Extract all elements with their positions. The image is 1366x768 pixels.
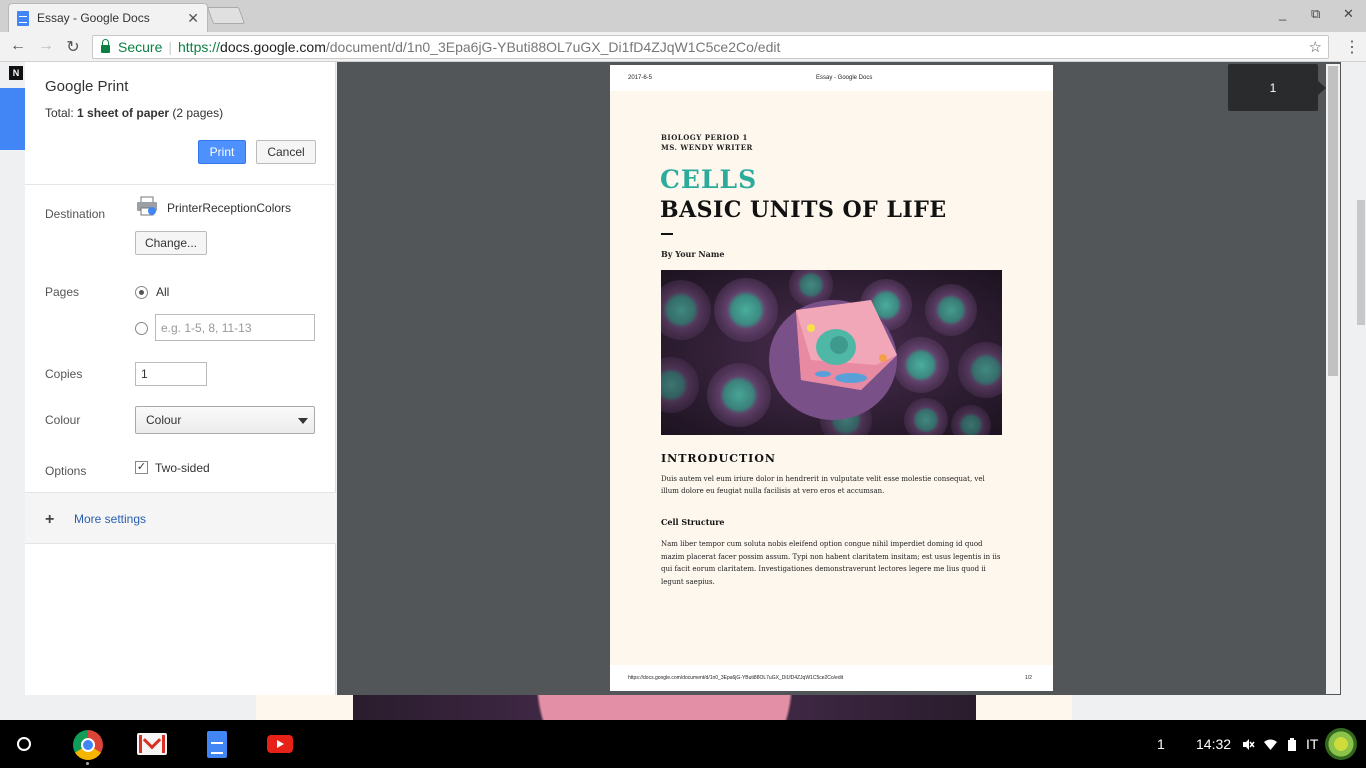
new-tab-button[interactable] — [206, 7, 246, 24]
header-date: 2017-6-5 — [628, 75, 653, 81]
browser-menu-icon[interactable]: ⋮ — [1344, 37, 1360, 57]
notification-count[interactable]: 1 — [1157, 736, 1165, 752]
screen: Essay - Google Docs ✕ _ ⧉ ✕ ← → ↻ Secure… — [0, 0, 1366, 768]
two-sided-checkbox[interactable]: ✓ — [135, 461, 148, 474]
footer-page-number: 1/2 — [1025, 675, 1032, 681]
forward-arrow-icon[interactable]: → — [36, 37, 56, 55]
cancel-button[interactable]: Cancel — [256, 140, 316, 164]
reload-icon[interactable]: ↻ — [63, 37, 83, 57]
print-total: Total: 1 sheet of paper (2 pages) — [45, 106, 223, 120]
colour-select[interactable]: Colour — [135, 406, 315, 434]
colour-select-value: Colour — [146, 413, 182, 427]
print-settings-panel: Google Print Total: 1 sheet of paper (2 … — [25, 62, 336, 695]
more-settings-link[interactable]: More settings — [74, 512, 146, 526]
launcher-icon[interactable] — [17, 737, 31, 751]
gmail-icon[interactable] — [137, 733, 167, 755]
total-pages: (2 pages) — [169, 106, 224, 120]
bookmark-star-icon[interactable]: ☆ — [1309, 38, 1322, 56]
course-info: BIOLOGY PERIOD 1 MS. WENDY WRITER — [661, 133, 753, 153]
preview-scrollbar-thumb[interactable] — [1328, 66, 1338, 376]
cell-structure-paragraph: Nam liber tempor cum soluta nobis eleife… — [661, 540, 1001, 586]
cell-structure-heading: Cell Structure — [661, 517, 725, 527]
course-line-1: BIOLOGY PERIOD 1 — [661, 133, 748, 142]
page-header: 2017-6-5 Essay - Google Docs — [610, 65, 1053, 91]
options-label: Options — [45, 464, 87, 478]
page-footer: https://docs.google.com/document/d/1n0_3… — [610, 665, 1053, 691]
lock-icon — [101, 39, 110, 53]
mute-icon[interactable] — [1242, 738, 1255, 751]
divider — [25, 184, 336, 185]
header-title: Essay - Google Docs — [816, 75, 873, 81]
more-settings-row[interactable]: + More settings — [25, 492, 336, 544]
cell-illustration — [661, 270, 1002, 435]
docs-scrollbar — [1357, 200, 1365, 325]
docs-background-image — [353, 694, 976, 720]
course-line-2: MS. WENDY WRITER — [661, 143, 753, 152]
tab-title: Essay - Google Docs — [37, 11, 150, 25]
minimize-icon[interactable]: _ — [1279, 6, 1286, 21]
youtube-icon[interactable] — [267, 735, 293, 753]
pages-all-radio[interactable] — [135, 286, 148, 299]
clock[interactable]: 14:32 — [1196, 736, 1231, 752]
intro-heading: INTRODUCTION — [661, 452, 776, 465]
google-docs-icon — [17, 10, 29, 26]
copies-label: Copies — [45, 367, 83, 381]
address-bar[interactable]: Secure | https:// docs.google.com /docum… — [92, 35, 1329, 59]
tab-close-icon[interactable]: ✕ — [187, 10, 199, 27]
total-prefix: Total: — [45, 106, 78, 120]
intro-paragraph: Duis autem vel eum iriure dolor in hendr… — [661, 475, 985, 495]
print-dialog-title: Google Print — [45, 78, 129, 95]
tab-essay[interactable]: Essay - Google Docs ✕ — [8, 3, 208, 32]
two-sided-label: Two-sided — [155, 461, 210, 475]
footer-url: https://docs.google.com/document/d/1n0_3… — [628, 675, 844, 681]
pages-custom-input[interactable] — [155, 314, 315, 341]
page-number-badge: 1 — [1228, 64, 1326, 111]
browser-toolbar: ← → ↻ Secure | https:// docs.google.com … — [0, 32, 1366, 62]
printer-icon — [137, 196, 157, 216]
preview-page: 2017-6-5 Essay - Google Docs BIOLOGY PER… — [610, 65, 1053, 691]
tab-strip: Essay - Google Docs ✕ _ ⧉ ✕ — [0, 0, 1366, 32]
doc-title-accent: CELLS — [660, 165, 758, 194]
docs-menu-icon — [0, 88, 25, 150]
url-host: docs.google.com — [220, 39, 326, 55]
dropdown-caret-icon — [298, 418, 308, 424]
secure-label: Secure — [118, 39, 163, 55]
title-dash — [661, 233, 673, 235]
omnibox-separator: | — [168, 39, 172, 55]
doc-author: By Your Name — [661, 249, 725, 259]
pages-label: Pages — [45, 285, 80, 299]
url-path: /document/d/1n0_3Epa6jG-YButi88OL7uGX_Di… — [325, 39, 781, 55]
plus-icon: + — [45, 511, 55, 528]
printer-name: PrinterReceptionColors — [167, 201, 292, 215]
back-arrow-icon[interactable]: ← — [8, 37, 28, 55]
copies-input[interactable] — [135, 362, 207, 386]
maximize-icon[interactable]: ⧉ — [1311, 6, 1320, 22]
pages-custom-radio[interactable] — [135, 322, 148, 335]
docs-icon[interactable] — [207, 731, 227, 758]
input-locale[interactable]: IT — [1306, 736, 1318, 752]
colour-label: Colour — [45, 413, 81, 427]
pages-all-label: All — [156, 285, 170, 299]
extension-icon: N — [9, 66, 23, 80]
destination-label: Destination — [45, 207, 106, 221]
doc-title-main: BASIC UNITS OF LIFE — [660, 197, 947, 223]
running-indicator — [86, 762, 89, 765]
window-close-icon[interactable]: ✕ — [1343, 6, 1354, 22]
url-scheme: https:// — [178, 39, 221, 55]
battery-icon[interactable] — [1288, 738, 1296, 751]
wifi-icon[interactable] — [1264, 738, 1277, 751]
user-avatar[interactable] — [1325, 728, 1357, 760]
change-destination-button[interactable]: Change... — [135, 231, 207, 255]
chrome-icon[interactable] — [73, 730, 103, 760]
total-sheets: 1 sheet of paper — [77, 106, 170, 120]
print-button[interactable]: Print — [198, 140, 246, 164]
